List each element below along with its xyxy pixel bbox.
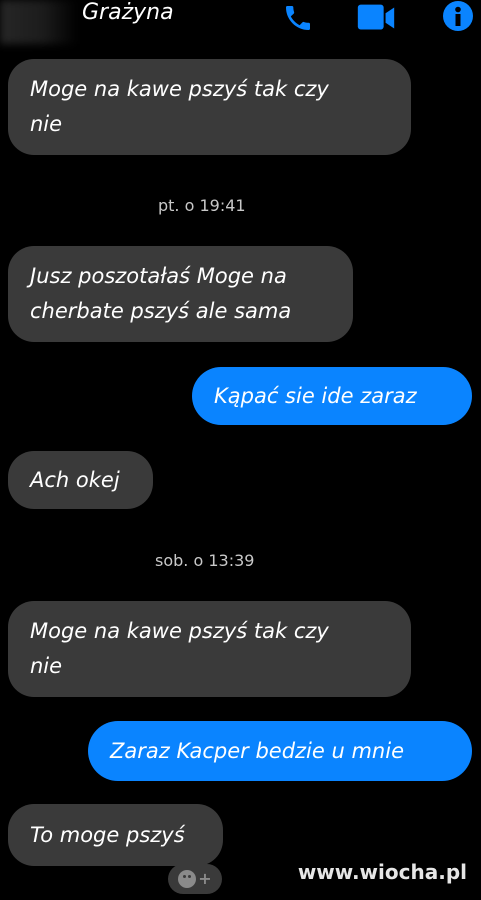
outgoing-message[interactable]: Kąpać sie ide zaraz: [192, 367, 472, 425]
contact-name[interactable]: Grażyna: [82, 0, 174, 27]
add-reaction-button[interactable]: +: [168, 864, 222, 894]
emoji-add-icon: [178, 870, 197, 888]
incoming-message[interactable]: Ach okej: [8, 451, 153, 509]
incoming-message[interactable]: Moge na kawe pszyś tak czy nie: [8, 601, 411, 697]
incoming-message[interactable]: Moge na kawe pszyś tak czy nie: [8, 59, 411, 155]
incoming-message[interactable]: To moge pszyś: [8, 804, 223, 866]
blurred-avatar: [0, 0, 78, 44]
phone-icon[interactable]: [276, 0, 320, 36]
plus-label: +: [198, 869, 212, 888]
timestamp: sob. o 13:39: [155, 551, 255, 570]
incoming-message[interactable]: Jusz poszotałaś Moge na cherbate pszyś a…: [8, 246, 353, 342]
info-icon[interactable]: [436, 0, 480, 36]
timestamp: pt. o 19:41: [158, 196, 246, 215]
video-camera-icon[interactable]: [354, 0, 398, 36]
chat-header: Grażyna: [0, 0, 481, 44]
outgoing-message[interactable]: Zaraz Kacper bedzie u mnie: [88, 721, 472, 781]
watermark: www.wiocha.pl: [297, 860, 467, 884]
